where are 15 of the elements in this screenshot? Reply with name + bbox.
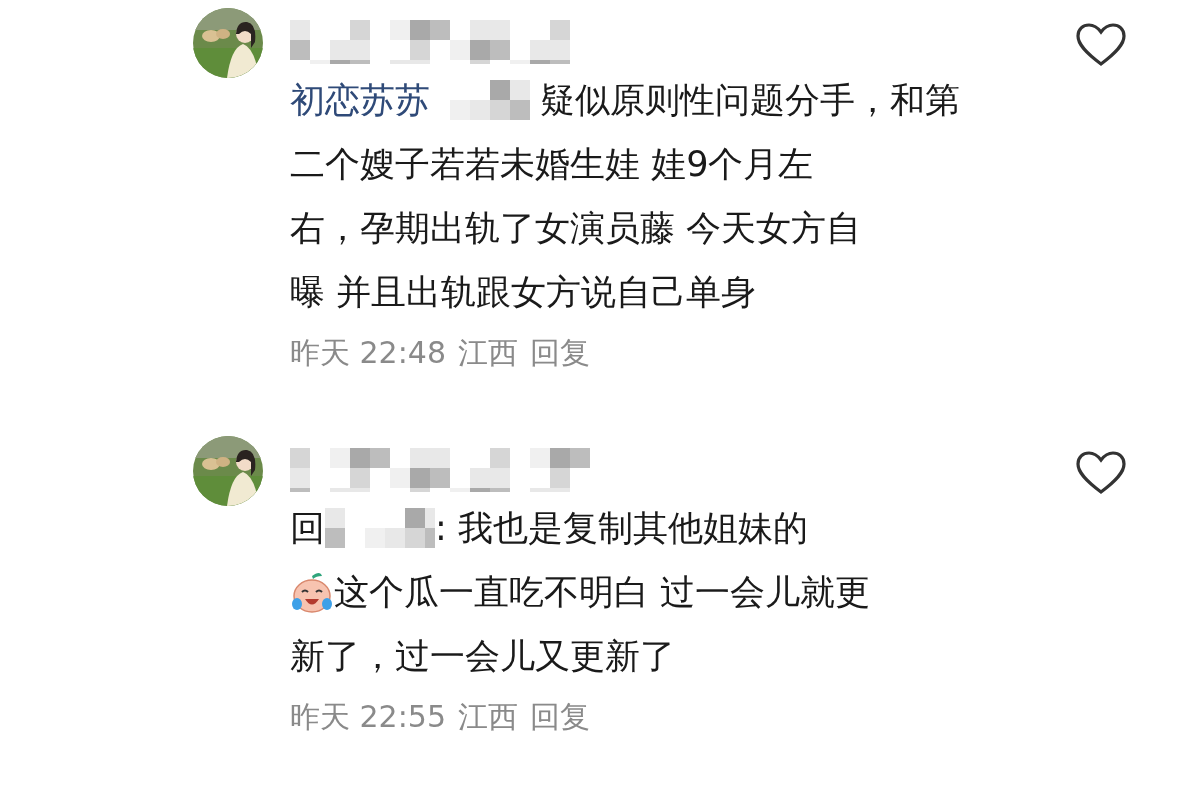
- comment-text: 这个瓜一直吃不明白 过一会儿就更: [334, 571, 871, 614]
- comment-text: : 我也是复制其他姐妹的: [435, 507, 808, 550]
- comment-location: 江西: [458, 334, 518, 372]
- reply-link[interactable]: 回复: [530, 330, 590, 375]
- comment-text: 新了，过一会儿又更新了: [290, 635, 675, 678]
- comment-time: 昨天 22:55: [290, 698, 446, 736]
- reply-link[interactable]: 回复: [530, 694, 590, 739]
- comment-text: 疑似原则性问题分手，和第: [540, 79, 960, 122]
- comment-text: 右，孕期出轨了女演员藤 今天女方自: [290, 207, 862, 250]
- comment-location: 江西: [458, 698, 518, 736]
- comment-text: 回: [290, 507, 325, 550]
- mention-link[interactable]: 初恋苏苏: [290, 68, 430, 132]
- comment-time: 昨天 22:48: [290, 334, 446, 372]
- comment-text: 曝 并且出轨跟女方说自己单身: [290, 271, 757, 314]
- comment-text: 二个嫂子若若未婚生娃 娃9个月左: [290, 143, 814, 186]
